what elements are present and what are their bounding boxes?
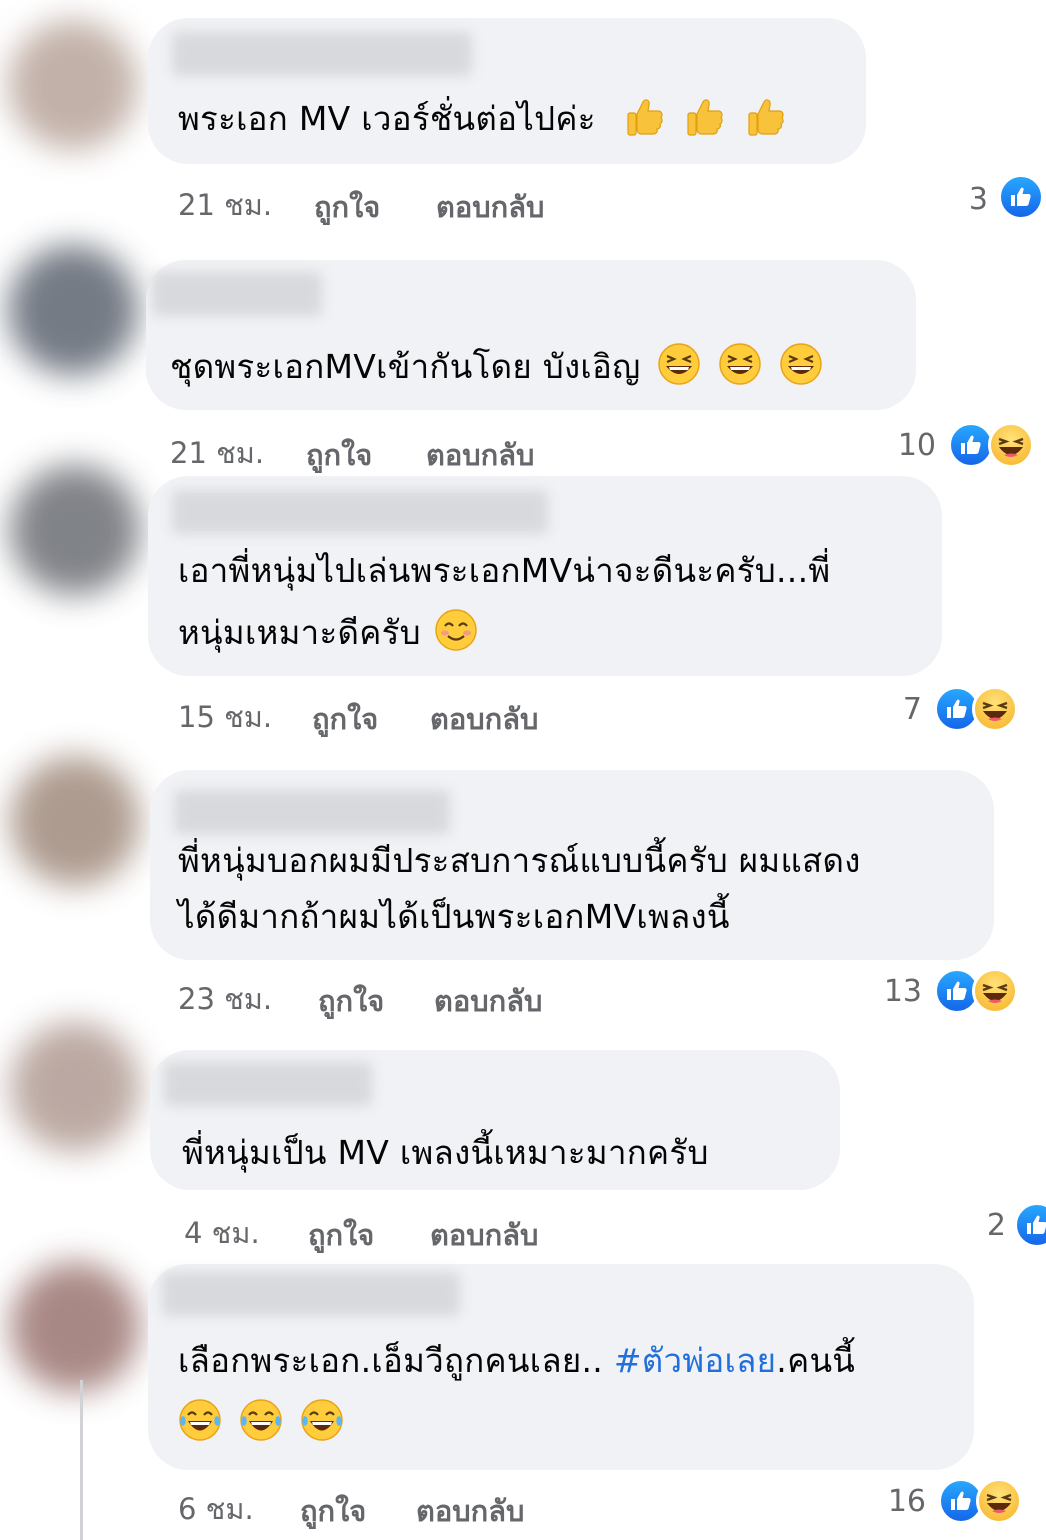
comment-text: เลือกพระเอก.เอ็มวีถูกคนเลย.. #ตัวพ่อเลย.… — [178, 1341, 856, 1380]
like-link[interactable]: ถูกใจ — [308, 1212, 374, 1258]
reaction-count[interactable]: 16 — [888, 1484, 926, 1519]
commenter-name[interactable] — [152, 272, 322, 316]
avatar[interactable] — [10, 756, 140, 886]
grinning-squint-emoji-icon — [718, 342, 762, 386]
comment-timestamp[interactable]: 4 ชม. — [184, 1210, 260, 1256]
grinning-squint-emoji-icon — [779, 342, 823, 386]
hashtag-link[interactable]: #ตัวพ่อเลย — [614, 1341, 776, 1380]
avatar[interactable] — [8, 20, 138, 150]
comment-text-line: ได้ดีมากถ้าผมได้เป็นพระเอกMVเพลงนี้ — [178, 897, 730, 936]
like-link[interactable]: ถูกใจ — [312, 696, 378, 742]
reply-link[interactable]: ตอบกลับ — [426, 432, 534, 478]
commenter-name[interactable] — [162, 1272, 460, 1316]
like-icon[interactable] — [1014, 1202, 1046, 1248]
comment-text: หนุ่มเหมาะดีครับ — [178, 602, 478, 664]
reaction-count[interactable]: 13 — [884, 974, 922, 1009]
reply-link[interactable]: ตอบกลับ — [436, 184, 544, 230]
reaction-count[interactable]: 10 — [898, 428, 936, 463]
comment-timestamp[interactable]: 6 ชม. — [178, 1486, 254, 1532]
comment-emoji-line — [172, 1392, 344, 1454]
thread-line — [80, 1380, 83, 1540]
like-link[interactable]: ถูกใจ — [318, 978, 384, 1024]
commenter-name[interactable] — [172, 32, 472, 76]
avatar[interactable] — [8, 245, 138, 375]
tears-of-joy-emoji-icon — [239, 1398, 283, 1442]
comment-timestamp[interactable]: 23 ชม. — [178, 976, 272, 1022]
like-link[interactable]: ถูกใจ — [314, 184, 380, 230]
like-link[interactable]: ถูกใจ — [306, 432, 372, 478]
avatar[interactable] — [10, 1022, 140, 1152]
comment-text: พระเอก MV เวอร์ชั่นต่อไปค่ะ — [178, 88, 788, 150]
comment-text-line: เอาพี่หนุ่มไปเล่นพระเอกMVน่าจะดีนะครับ..… — [178, 551, 831, 590]
avatar[interactable] — [10, 465, 140, 595]
reaction-count[interactable]: 2 — [987, 1208, 1006, 1243]
grinning-squint-emoji-icon — [657, 342, 701, 386]
comment-text: พี่หนุ่มเป็น MV เพลงนี้เหมาะมากครับ — [182, 1133, 709, 1172]
thumbs-up-emoji-icon — [744, 94, 788, 138]
reaction-count[interactable]: 7 — [903, 692, 922, 727]
comment-timestamp[interactable]: 15 ชม. — [178, 694, 272, 740]
comment-text-line: พี่หนุ่มบอกผมมีประสบการณ์แบบนี้ครับ ผมแส… — [178, 841, 861, 880]
haha-icon[interactable] — [976, 1478, 1022, 1524]
comment-timestamp[interactable]: 21 ชม. — [170, 430, 264, 476]
reply-link[interactable]: ตอบกลับ — [430, 696, 538, 742]
avatar[interactable] — [10, 1262, 140, 1392]
haha-icon[interactable] — [988, 422, 1034, 468]
haha-icon[interactable] — [972, 686, 1018, 732]
thumbs-up-emoji-icon — [623, 94, 667, 138]
reply-link[interactable]: ตอบกลับ — [434, 978, 542, 1024]
reaction-count[interactable]: 3 — [969, 182, 988, 217]
haha-icon[interactable] — [972, 968, 1018, 1014]
like-icon[interactable] — [998, 174, 1044, 220]
smiling-eyes-emoji-icon — [434, 608, 478, 652]
like-link[interactable]: ถูกใจ — [300, 1488, 366, 1534]
reply-link[interactable]: ตอบกลับ — [416, 1488, 524, 1534]
tears-of-joy-emoji-icon — [300, 1398, 344, 1442]
comment-text: ชุดพระเอกMVเข้ากันโดย บังเอิญ — [170, 336, 823, 398]
reply-link[interactable]: ตอบกลับ — [430, 1212, 538, 1258]
tears-of-joy-emoji-icon — [178, 1398, 222, 1442]
commenter-name[interactable] — [174, 790, 450, 834]
commenter-name[interactable] — [164, 1062, 372, 1106]
comment-timestamp[interactable]: 21 ชม. — [178, 182, 272, 228]
commenter-name[interactable] — [172, 490, 548, 534]
thumbs-up-emoji-icon — [683, 94, 727, 138]
